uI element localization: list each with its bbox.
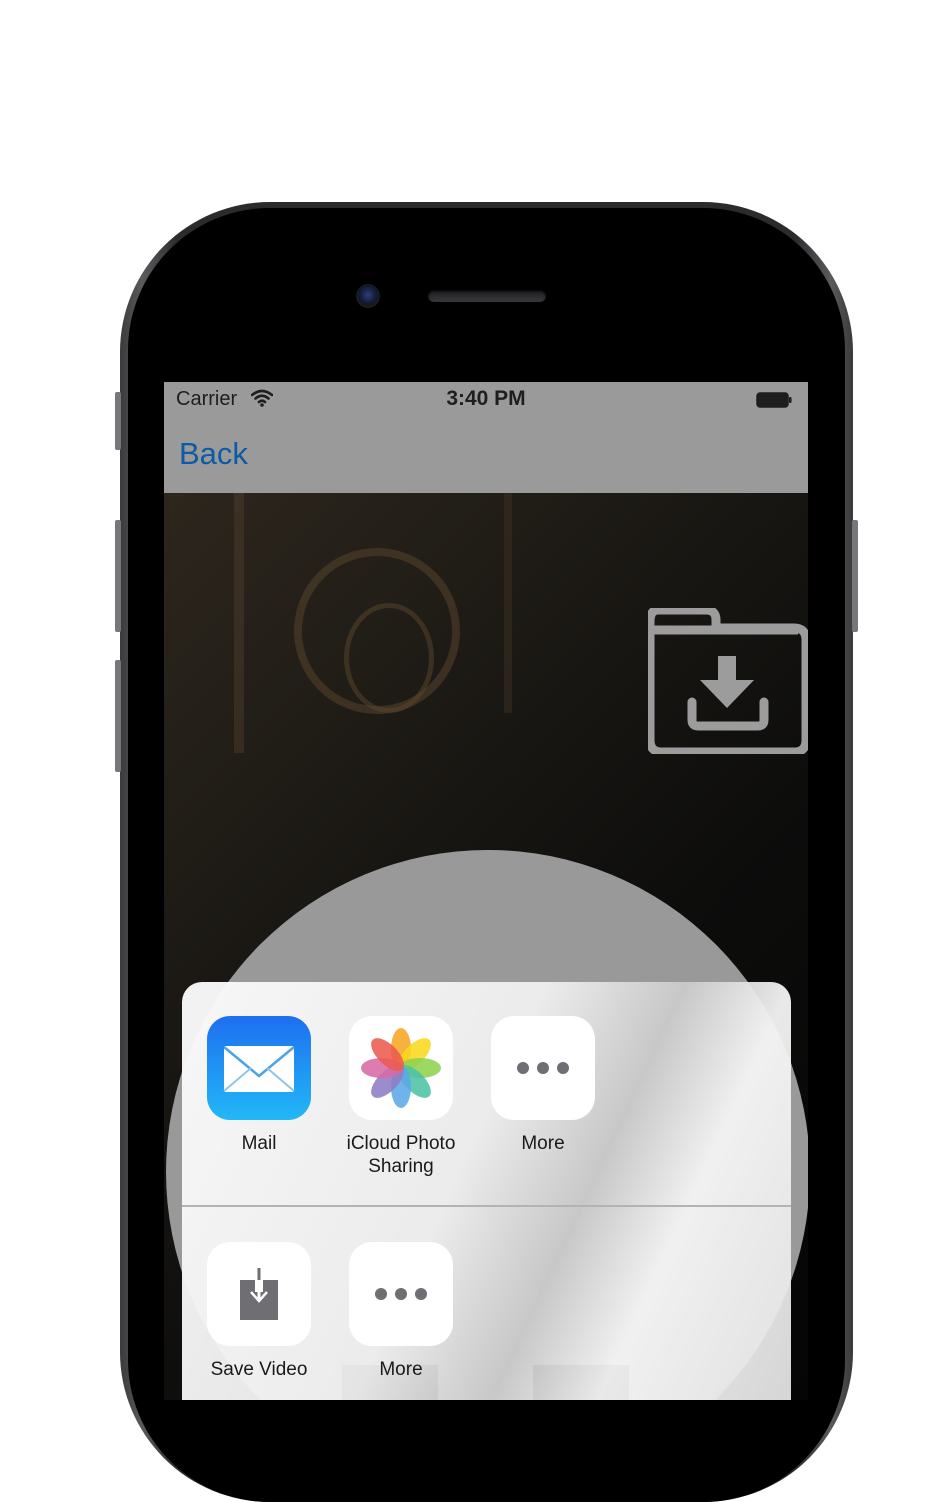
- share-item-label: More: [521, 1133, 565, 1154]
- navigation-bar: Back: [164, 418, 808, 493]
- mute-switch: [115, 392, 121, 450]
- sheet-divider: [182, 1205, 791, 1207]
- front-camera: [356, 284, 380, 308]
- action-item-save-video[interactable]: Save Video: [188, 1242, 330, 1381]
- background-pole: [504, 493, 512, 713]
- action-row: Save Video More: [182, 1208, 791, 1400]
- mail-icon: [207, 1016, 311, 1120]
- screen: Carrier 3:40 PM Back Mail iCloud Photo S…: [164, 382, 808, 1400]
- background-ironwork-inner: [344, 603, 434, 713]
- back-button[interactable]: Back: [179, 436, 248, 472]
- status-bar: Carrier 3:40 PM: [164, 382, 808, 418]
- action-item-more[interactable]: More: [330, 1242, 472, 1381]
- share-item-label: iCloud Photo Sharing: [346, 1133, 456, 1177]
- battery-icon: [756, 392, 792, 408]
- earpiece-speaker: [428, 290, 546, 302]
- photos-icon: [349, 1016, 453, 1120]
- action-item-label: Save Video: [210, 1359, 308, 1380]
- share-row: Mail iCloud Photo Sharing More: [182, 982, 791, 1206]
- volume-down-button: [115, 660, 121, 772]
- background-pole: [234, 493, 244, 753]
- save-video-icon: [207, 1242, 311, 1346]
- power-button: [852, 520, 858, 632]
- share-sheet: Mail iCloud Photo Sharing More Save Vide…: [182, 982, 791, 1400]
- clock: 3:40 PM: [446, 387, 526, 410]
- share-item-mail[interactable]: Mail: [188, 1016, 330, 1155]
- more-icon: [491, 1016, 595, 1120]
- action-item-label: More: [379, 1359, 423, 1380]
- folder-download-icon[interactable]: [648, 608, 808, 754]
- more-icon: [349, 1242, 453, 1346]
- share-item-more[interactable]: More: [472, 1016, 614, 1155]
- share-item-label: Mail: [241, 1133, 277, 1154]
- share-item-icloud-photo-sharing[interactable]: iCloud Photo Sharing: [330, 1016, 472, 1178]
- volume-up-button: [115, 520, 121, 632]
